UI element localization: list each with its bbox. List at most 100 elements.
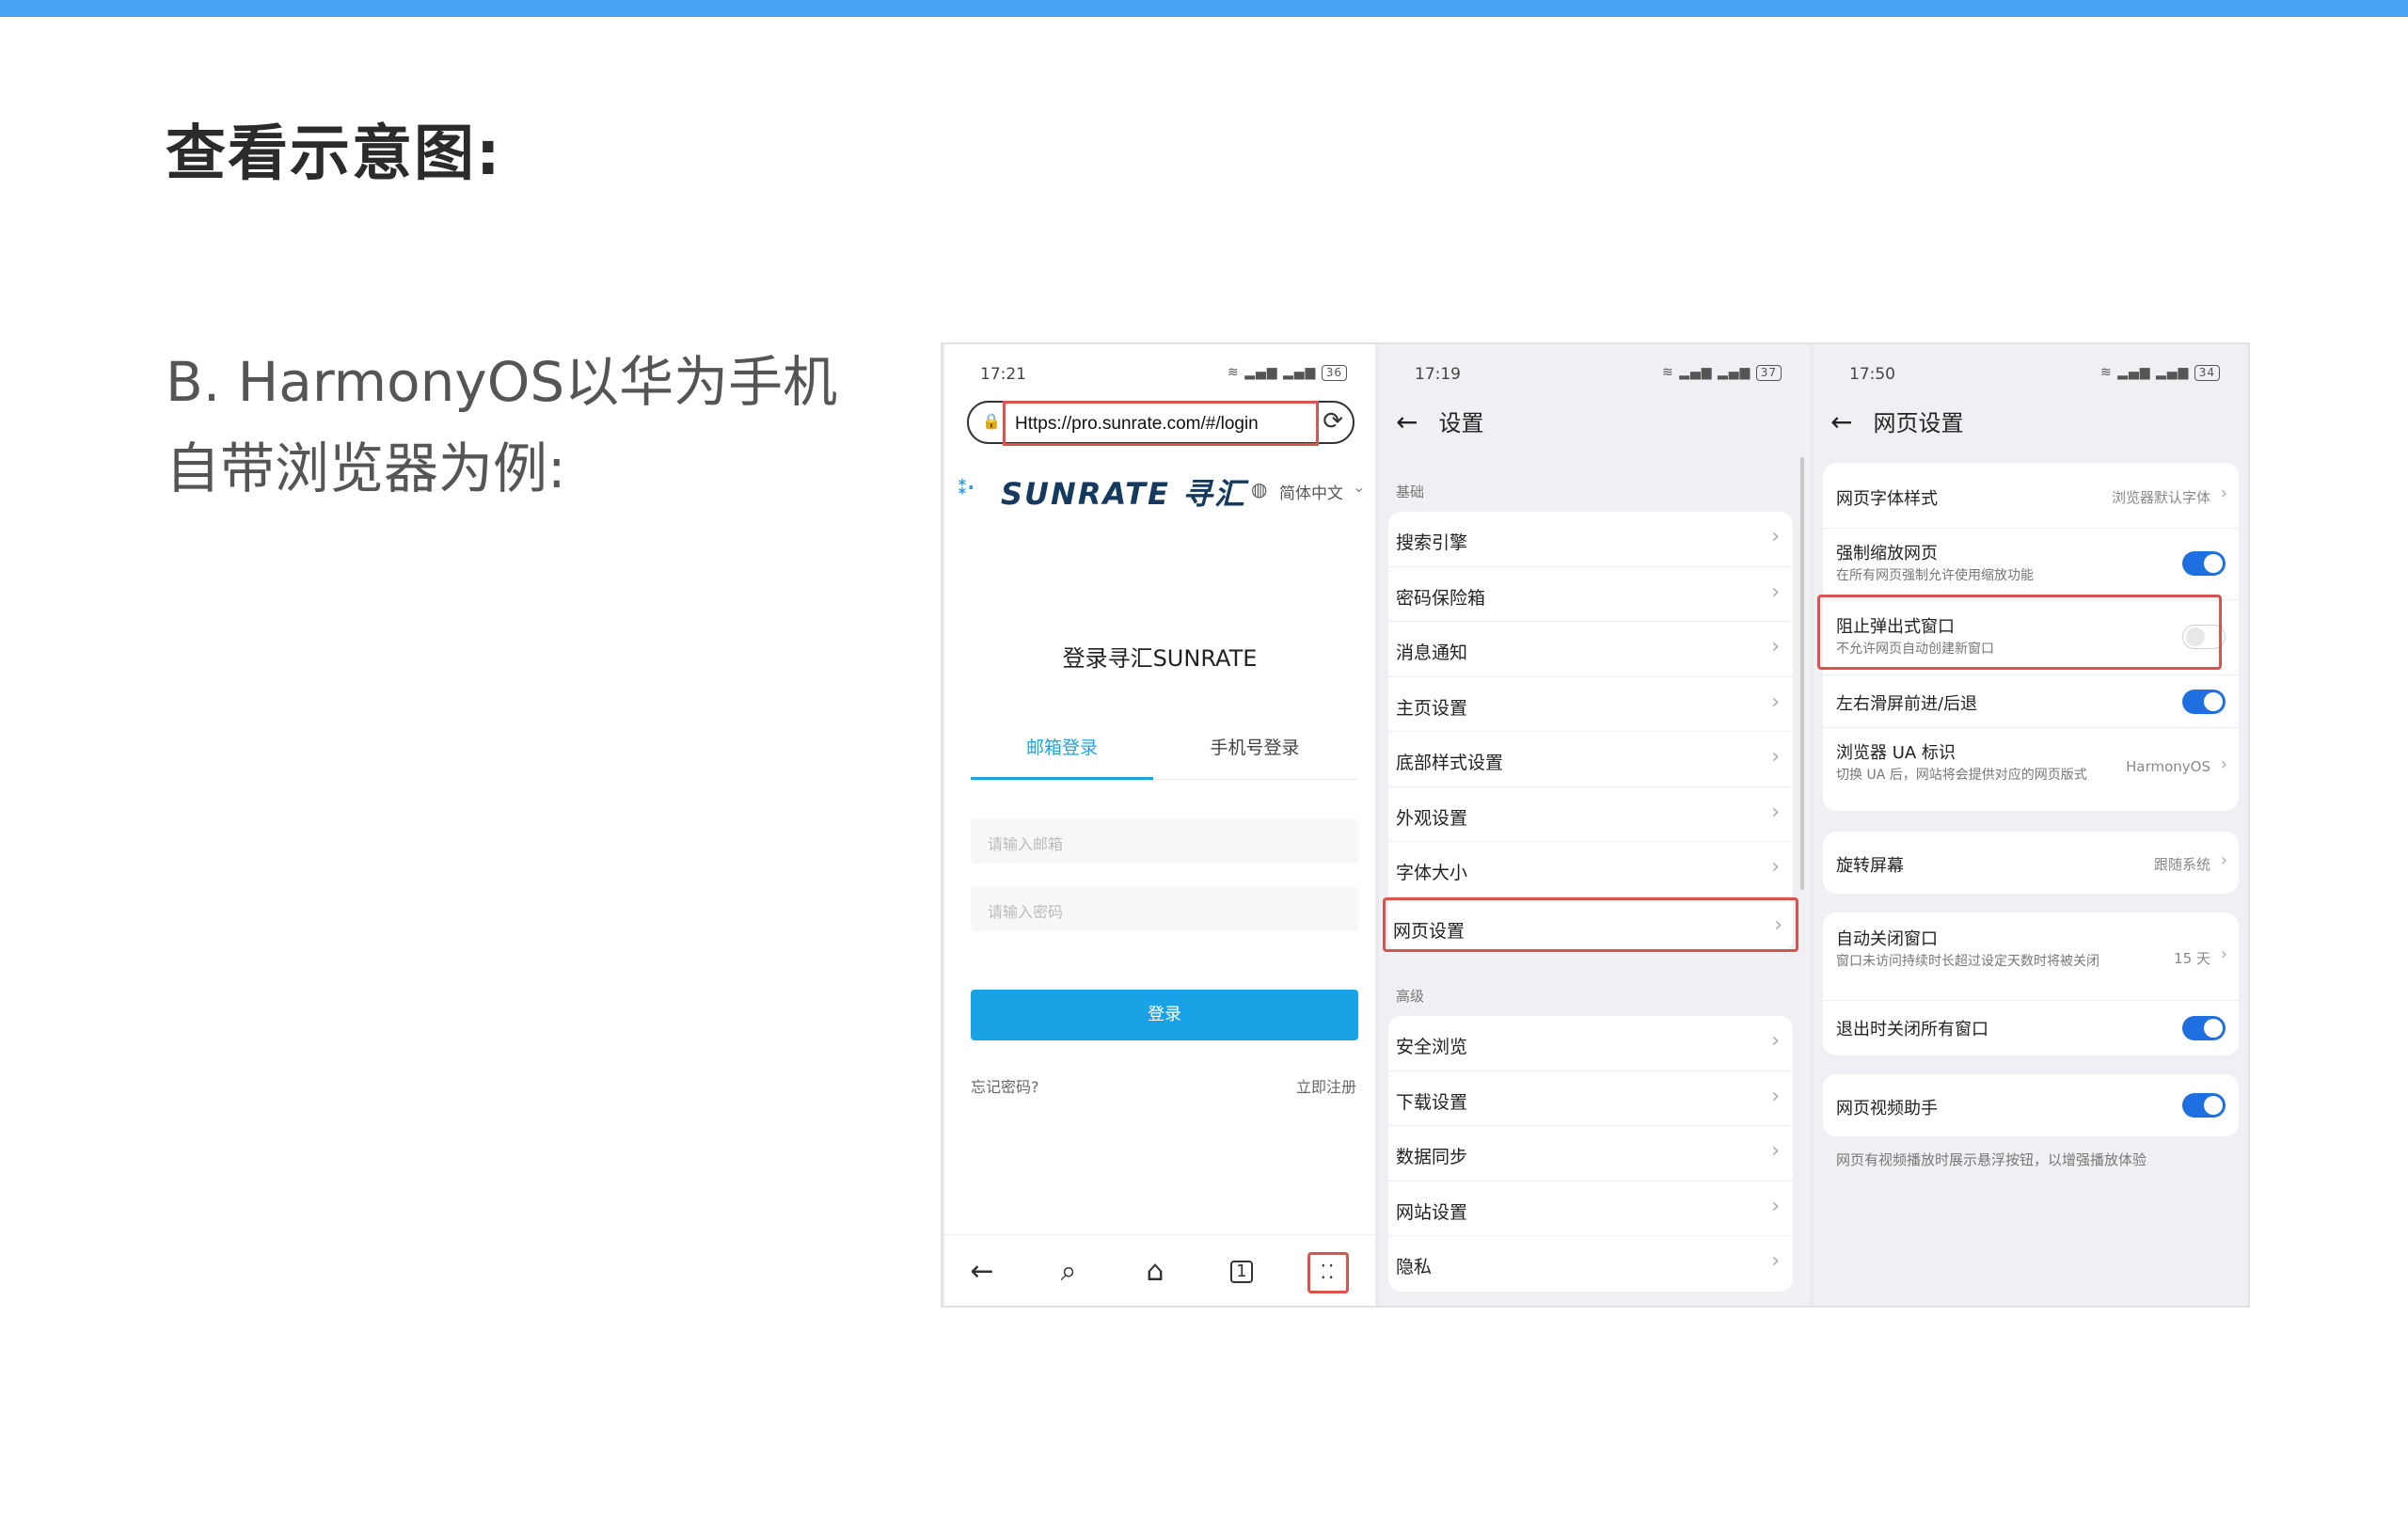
active-tab-indicator — [971, 777, 1153, 780]
lock-icon: 🔒 — [982, 412, 1001, 430]
status-bar: 17:19 ≋ ▂▄▆ ▂▄▆ 37 — [1379, 361, 1810, 389]
battery-icon: 36 — [1321, 365, 1347, 381]
login-title: 登录寻汇SUNRATE — [1062, 645, 1258, 672]
close-on-exit-toggle[interactable] — [2182, 1016, 2226, 1040]
status-bar: 17:21 ≋ ▂▄▆ ▂▄▆ 36 — [944, 361, 1375, 389]
chevron-right-icon: › — [2220, 850, 2227, 870]
swipe-nav-toggle[interactable] — [2182, 690, 2226, 714]
home-icon[interactable]: ⌂ — [1134, 1252, 1176, 1293]
settings-item-font-size[interactable]: 字体大小 › — [1388, 842, 1793, 897]
chevron-right-icon: › — [1771, 1249, 1780, 1273]
setting-auto-close[interactable]: 自动关闭窗口 窗口未访问持续时长超过设定天数时将被关闭 15 天 › — [1823, 912, 2239, 1001]
chevron-right-icon: › — [2220, 754, 2227, 774]
scrollbar[interactable] — [1800, 457, 1804, 890]
settings-item-webpage[interactable]: 网页设置 › — [1383, 896, 1798, 952]
cellular-icon-2: ▂▄▆ — [2155, 365, 2190, 380]
chevron-right-icon: › — [1771, 635, 1780, 658]
settings-item-appearance[interactable]: 外观设置 › — [1388, 787, 1793, 842]
setting-force-zoom: 强制缩放网页 在所有网页强制允许使用缩放功能 — [1823, 529, 2239, 600]
tab-phone-login[interactable]: 手机号登录 — [1161, 734, 1349, 759]
auto-close-value: 15 天 — [2174, 950, 2210, 967]
phone-webpage-settings-screen: 17:50 ≋ ▂▄▆ ▂▄▆ 34 ← 网页设置 网页字体样式 浏览器默认字体 … — [1814, 344, 2248, 1306]
battery-icon: 34 — [2194, 365, 2220, 381]
settings-title: 设置 — [1438, 410, 1484, 436]
chevron-right-icon: › — [1771, 1029, 1780, 1053]
rotate-value: 跟随系统 — [2153, 856, 2210, 873]
basic-settings-card: 搜索引擎 › 密码保险箱 › 消息通知 › 主页设置 › 底部样式设置 › 外观设置 › 字… — [1383, 512, 1798, 952]
font-style-value: 浏览器默认字体 — [2111, 489, 2210, 506]
settings-item-safe-browsing[interactable]: 安全浏览 › — [1388, 1016, 1793, 1071]
rotate-card: 旋转屏幕 跟随系统 › — [1823, 832, 2239, 894]
chevron-right-icon: › — [1771, 579, 1780, 604]
chevron-right-icon: › — [1771, 745, 1780, 769]
settings-item-site-settings[interactable]: 网站设置 › — [1388, 1182, 1793, 1236]
login-button[interactable]: 登录 — [971, 990, 1358, 1040]
setting-close-on-exit: 退出时关闭所有窗口 — [1823, 1001, 2239, 1055]
advanced-settings-card: 安全浏览 › 下载设置 › 数据同步 › 网站设置 › 隐私 › — [1388, 1016, 1793, 1292]
settings-item-privacy[interactable]: 隐私 › — [1388, 1236, 1793, 1292]
force-zoom-toggle[interactable] — [2182, 551, 2226, 576]
settings-item-bottom-style[interactable]: 底部样式设置 › — [1388, 732, 1793, 787]
webpage-settings-title: 网页设置 — [1873, 410, 1964, 436]
phone-login-screen: 17:21 ≋ ▂▄▆ ▂▄▆ 36 🔒 Https://pro.sunrate… — [944, 344, 1375, 1306]
ua-value: HarmonyOS — [2126, 758, 2210, 775]
email-field[interactable]: 请输入邮箱 — [971, 818, 1358, 864]
chevron-right-icon: › — [2220, 944, 2227, 964]
url-input[interactable]: Https://pro.sunrate.com/#/login — [1003, 401, 1319, 446]
cellular-icon: ▂▄▆ — [1679, 365, 1713, 380]
site-header: ⁑· SUNRATE 寻汇 ◍ 简体中文 ⌄ — [958, 470, 1371, 512]
section-label-advanced: 高级 — [1396, 988, 1425, 1005]
language-select[interactable]: 简体中文 — [1279, 480, 1343, 503]
tabs-icon[interactable]: 1 — [1221, 1252, 1262, 1293]
signal-icons: ≋ ▂▄▆ ▂▄▆ 37 — [1662, 365, 1782, 381]
chevron-right-icon: › — [1771, 1084, 1780, 1108]
browser-bottom-nav: ← ⌕ ⌂ 1 ⁚⁚ — [944, 1234, 1375, 1306]
cellular-icon: ▂▄▆ — [2117, 365, 2151, 380]
more-icon[interactable]: ⁚⁚ — [1307, 1252, 1349, 1293]
address-bar[interactable]: 🔒 Https://pro.sunrate.com/#/login ⟳ — [967, 401, 1354, 446]
video-helper-toggle[interactable] — [2182, 1093, 2226, 1118]
setting-user-agent[interactable]: 浏览器 UA 标识 切换 UA 后，网站将会提供对应的网页版式 HarmonyO… — [1823, 728, 2239, 811]
chevron-right-icon: › — [1771, 1194, 1780, 1218]
phone-settings-screen: 17:19 ≋ ▂▄▆ ▂▄▆ 37 ← 设置 基础 搜索引擎 › 密码保险箱 › 消… — [1379, 344, 1810, 1306]
status-time: 17:50 — [1849, 365, 1895, 384]
chevron-right-icon: › — [1774, 912, 1782, 937]
wifi-icon: ≋ — [1228, 365, 1240, 380]
globe-icon[interactable]: ◍ — [1251, 478, 1267, 500]
chevron-right-icon: › — [2220, 484, 2227, 503]
cellular-icon: ▂▄▆ — [1244, 365, 1278, 380]
setting-swipe-nav: 左右滑屏前进/后退 — [1823, 675, 2239, 728]
setting-font-style[interactable]: 网页字体样式 浏览器默认字体 › — [1823, 463, 2239, 529]
screenshot-panel: 17:21 ≋ ▂▄▆ ▂▄▆ 36 🔒 Https://pro.sunrate… — [941, 342, 2250, 1308]
settings-item-notifications[interactable]: 消息通知 › — [1388, 622, 1793, 677]
settings-header: ← 设置 — [1396, 405, 1483, 437]
tab-email-login[interactable]: 邮箱登录 — [971, 734, 1153, 759]
settings-item-homepage[interactable]: 主页设置 › — [1388, 677, 1793, 732]
forgot-password-link[interactable]: 忘记密码? — [971, 1074, 1039, 1097]
chevron-right-icon: › — [1771, 1139, 1780, 1163]
chevron-right-icon: › — [1771, 525, 1780, 548]
signal-icons: ≋ ▂▄▆ ▂▄▆ 34 — [2100, 365, 2220, 381]
section-label-basic: 基础 — [1396, 484, 1425, 500]
chevron-down-icon[interactable]: ⌄ — [1353, 478, 1365, 496]
wifi-icon: ≋ — [1662, 365, 1674, 380]
refresh-icon[interactable]: ⟳ — [1323, 407, 1343, 436]
settings-item-password-vault[interactable]: 密码保险箱 › — [1388, 567, 1793, 622]
page-description: B. HarmonyOS以华为手机自带浏览器为例: — [166, 350, 838, 500]
search-icon[interactable]: ⌕ — [1048, 1252, 1089, 1293]
setting-video-helper: 网页视频助手 — [1823, 1074, 2239, 1136]
back-arrow-icon[interactable]: ← — [1396, 406, 1418, 437]
window-settings-card: 自动关闭窗口 窗口未访问持续时长超过设定天数时将被关闭 15 天 › 退出时关闭… — [1823, 912, 2239, 1055]
setting-rotate-screen[interactable]: 旋转屏幕 跟随系统 › — [1823, 832, 2239, 894]
register-link[interactable]: 立即注册 — [1296, 1074, 1356, 1097]
settings-item-downloads[interactable]: 下载设置 › — [1388, 1071, 1793, 1126]
settings-item-sync[interactable]: 数据同步 › — [1388, 1126, 1793, 1182]
back-icon[interactable]: ← — [961, 1252, 1003, 1293]
battery-icon: 37 — [1755, 365, 1782, 381]
back-arrow-icon[interactable]: ← — [1830, 406, 1852, 437]
chevron-right-icon: › — [1771, 800, 1780, 824]
chevron-right-icon: › — [1771, 690, 1780, 714]
top-accent-bar — [0, 0, 2408, 17]
settings-item-search-engine[interactable]: 搜索引擎 › — [1388, 512, 1793, 567]
password-field[interactable]: 请输入密码 — [971, 886, 1358, 931]
